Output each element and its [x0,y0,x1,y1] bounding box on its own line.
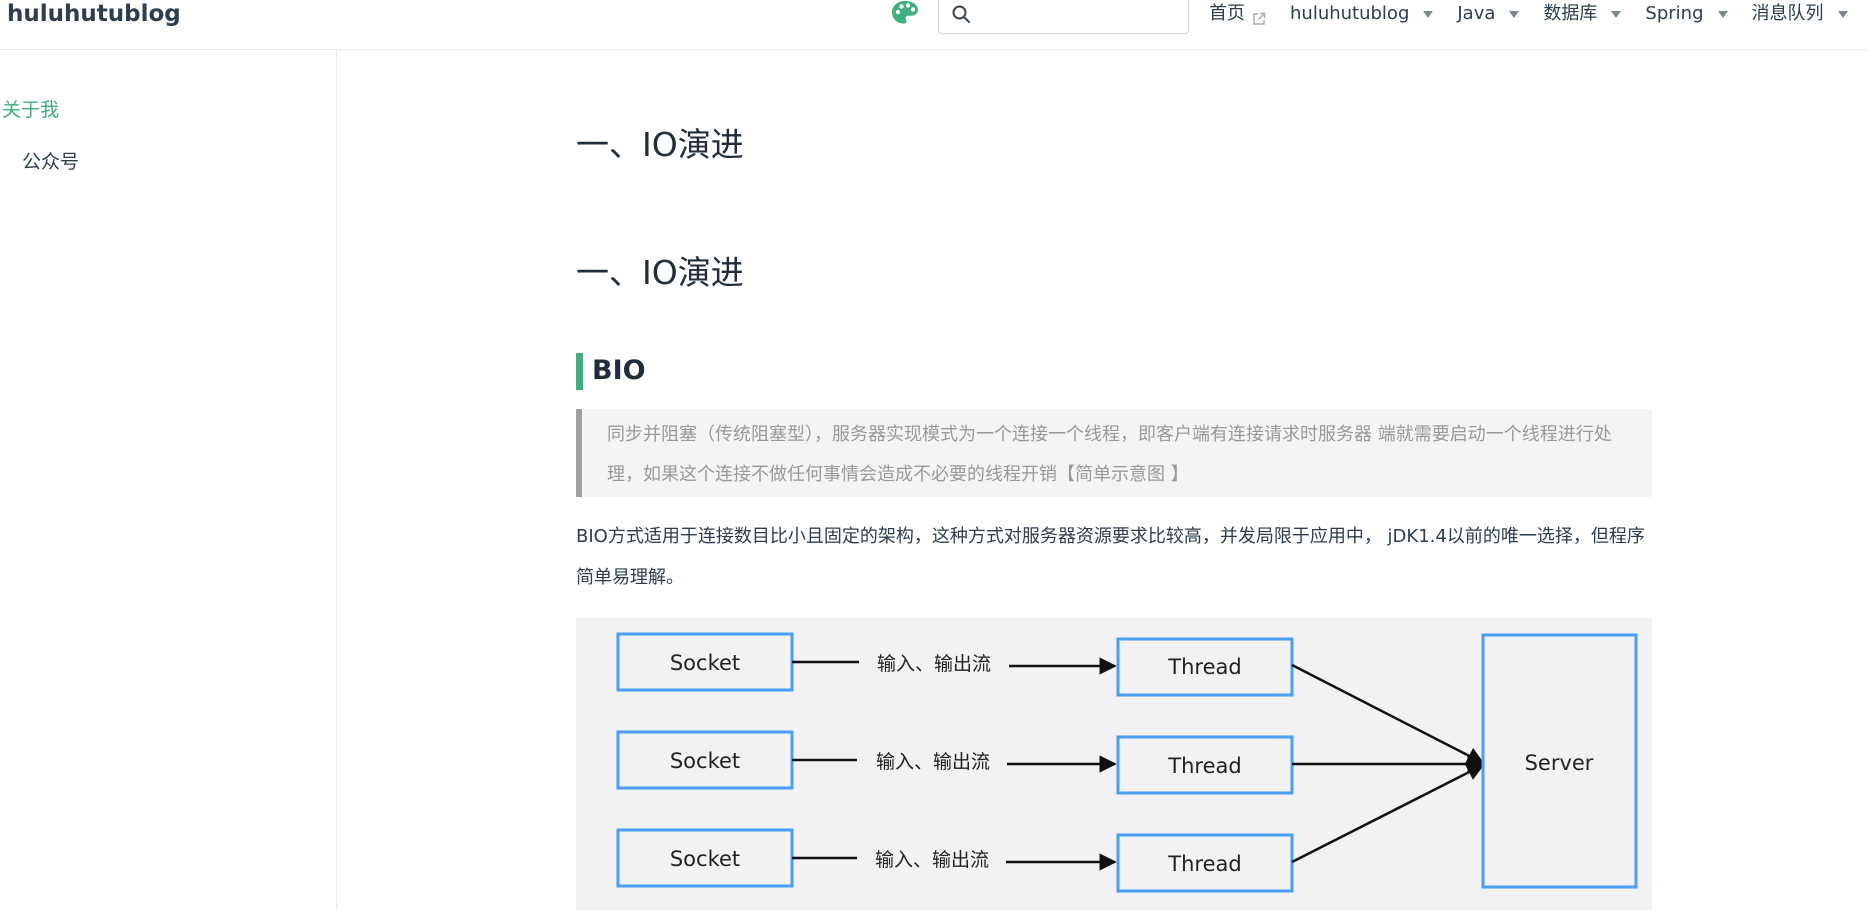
nav-item-huluhutublog[interactable]: huluhutublog [1290,0,1434,28]
nav-item-label: Spring [1645,3,1704,24]
sidebar: 关于我 公众号 [0,50,337,910]
nav-item-label: huluhutublog [1290,3,1410,24]
search-input[interactable] [981,1,1181,27]
arrow-to-server [1291,663,1485,765]
flow-label: 输入、输出流 [876,751,990,773]
nav-item-label: 首页 [1209,3,1245,24]
section-heading: 一、IO演进 [576,253,744,292]
subsection-heading: BIO [576,352,646,390]
nav-item-java[interactable]: Java [1457,0,1520,28]
socket-label: Socket [670,847,740,871]
nav-item-home[interactable]: 首页 [1209,0,1266,28]
search-icon [951,4,971,24]
heading-accent-bar [576,352,583,390]
top-navbar: huluhutublog 首页 huluhutublog Java 数据库 Sp… [0,0,1868,50]
chevron-down-icon [1837,10,1848,18]
chevron-down-icon [1717,10,1728,18]
chevron-down-icon [1509,10,1520,18]
diagram-row-3: Socket 输入、输出流 Thread [616,828,1294,893]
nav-item-message-queue[interactable]: 消息队列 [1752,0,1848,28]
palette-icon[interactable] [891,0,919,26]
thread-label: Thread [1167,852,1241,876]
server-label: Server [1525,751,1594,775]
socket-label: Socket [670,651,740,675]
bio-quote: 同步并阻塞（传统阻塞型），服务器实现模式为一个连接一个线程，即客户端有连接请求时… [576,409,1652,497]
socket-label: Socket [670,749,740,773]
site-name[interactable]: huluhutublog [7,0,181,28]
search-box[interactable] [938,0,1189,34]
sidebar-item-about-me[interactable]: 关于我 [2,95,59,125]
nav-item-database[interactable]: 数据库 [1543,0,1622,28]
nav-item-label: 消息队列 [1751,3,1824,24]
diagram-row-2: Socket 输入、输出流 Thread [616,730,1294,795]
bio-diagram-svg: Socket 输入、输出流 Thread Socket 输入、输出流 Threa… [616,632,1638,893]
flow-label: 输入、输出流 [875,849,989,871]
sidebar-item-wechat-account[interactable]: 公众号 [22,147,79,177]
bio-paragraph: BIO方式适用于连接数目比小且固定的架构，这种方式对服务器资源要求比较高，并发局… [576,526,1645,588]
chevron-down-icon [1611,10,1622,18]
diagram-row-1: Socket 输入、输出流 Thread [616,632,1294,697]
thread-label: Thread [1167,655,1241,679]
nav-item-label: Java [1457,3,1496,24]
nav-item-spring[interactable]: Spring [1645,0,1728,28]
nav-links: 首页 huluhutublog Java 数据库 Spring 消息队列 [1209,0,1848,30]
arrow-to-server [1291,763,1485,864]
external-link-icon [1252,7,1266,25]
nav-item-label: 数据库 [1543,3,1598,24]
flow-label: 输入、输出流 [877,653,991,675]
chevron-down-icon [1423,10,1434,18]
page-title: 一、IO演进 [576,125,744,164]
bio-diagram: Socket 输入、输出流 Thread Socket 输入、输出流 Threa… [576,618,1652,910]
thread-label: Thread [1167,754,1241,778]
subsection-title: BIO [592,355,646,386]
